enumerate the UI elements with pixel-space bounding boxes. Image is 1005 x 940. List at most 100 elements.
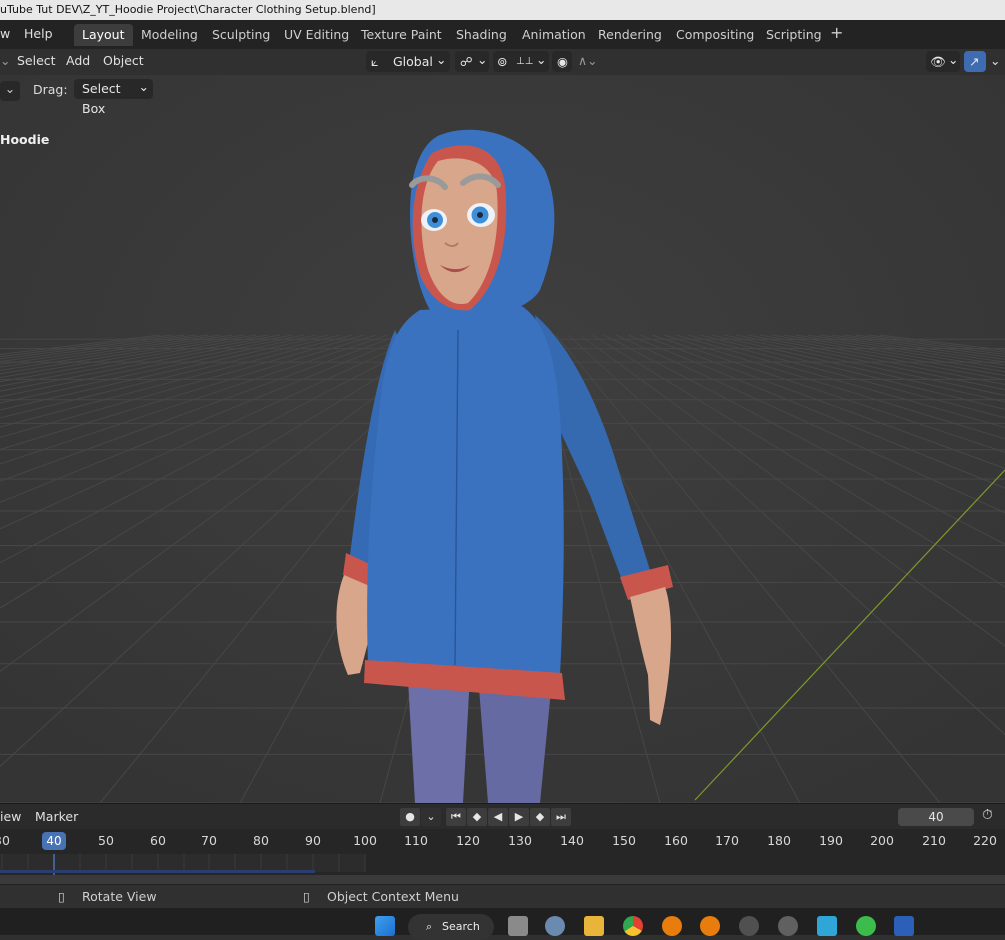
current-frame-marker[interactable]: 40 — [42, 832, 66, 850]
frame-tick: 180 — [767, 833, 791, 848]
record-button[interactable]: ● — [400, 808, 420, 826]
status-hint-rotate: Rotate View — [82, 889, 157, 904]
next-keyframe-button[interactable]: ◆ — [530, 808, 550, 826]
viewport-header: ⌄ Select Add Object ⟀ Global ⌄ ☍ ⌄ ⊚ ⊥⊥ … — [0, 49, 1005, 74]
frame-tick: 90 — [305, 833, 321, 848]
mouse-icon: ▯ — [58, 889, 65, 904]
tab-uv-editing[interactable]: UV Editing — [276, 24, 357, 46]
menu-marker[interactable]: Marker — [35, 809, 78, 824]
tool-settings-bar: ⌄ Drag: Select Box ⌄ — [0, 75, 1005, 116]
tab-modeling[interactable]: Modeling — [133, 24, 206, 46]
blender-icon-2[interactable] — [700, 916, 720, 936]
prev-keyframe-button[interactable]: ◆ — [467, 808, 487, 826]
pivot-point-dropdown[interactable]: ☍ ⌄ — [455, 51, 489, 72]
play-button[interactable]: ▶ — [509, 808, 529, 826]
status-bar: ▯ Rotate View ▯ Object Context Menu — [0, 884, 1005, 909]
frame-tick: 30 — [0, 833, 10, 848]
jump-start-icon: ⏮ — [451, 810, 461, 823]
os-taskbar: ⌕ Search — [0, 908, 1005, 940]
tab-layout[interactable]: Layout — [74, 24, 133, 46]
taskbar-search[interactable]: ⌕ Search — [408, 914, 494, 940]
play-icon: ▶ — [514, 810, 524, 823]
timeline-scrollbar[interactable] — [0, 875, 1005, 884]
visibility-dropdown[interactable]: 👁 ⌄ — [926, 51, 960, 72]
calculator-icon[interactable] — [817, 916, 837, 936]
add-workspace-button[interactable]: + — [830, 23, 843, 42]
menu-view[interactable]: iew — [0, 809, 21, 824]
webcam-icon[interactable] — [778, 916, 798, 936]
timeline-header: iew Marker ● ⌄ ⏮ ◆ ◀ ▶ ◆ ⏭ 40 ⏱ — [0, 803, 1005, 830]
frame-tick: 120 — [456, 833, 480, 848]
window-title-bar: uTube Tut DEV\Z_YT_Hoodie Project\Charac… — [0, 0, 1005, 20]
menu-select[interactable]: Select — [17, 53, 56, 68]
tab-shading[interactable]: Shading — [448, 24, 515, 46]
gizmo-toggle[interactable]: ↗ — [964, 51, 986, 72]
viewport-scene — [0, 75, 1005, 803]
tab-scripting[interactable]: Scripting — [758, 24, 830, 46]
menu-add[interactable]: Add — [66, 53, 90, 68]
cache-bar — [0, 870, 315, 873]
timeline-ruler[interactable]: 30 40 50 60 70 80 90 100 110 120 130 140… — [0, 829, 1005, 854]
snap-increment-icon: ⊥⊥ — [516, 56, 534, 67]
drag-select-dropdown[interactable]: Select Box ⌄ — [74, 79, 153, 116]
top-menu-bar: w Help Layout Modeling Sculpting UV Edit… — [0, 20, 1005, 49]
frame-tick: 80 — [253, 833, 269, 848]
chevron-down-icon: ⌄ — [536, 52, 547, 67]
stopwatch-icon[interactable]: ⏱ — [982, 807, 993, 823]
tab-texture-paint[interactable]: Texture Paint — [353, 24, 450, 46]
frame-tick: 210 — [922, 833, 946, 848]
jump-end-icon: ⏭ — [556, 810, 566, 823]
chevron-down-icon[interactable]: ⌄ — [421, 808, 441, 826]
current-frame-field[interactable]: 40 — [898, 808, 974, 826]
frame-tick: 70 — [201, 833, 217, 848]
chevron-down-icon[interactable]: ⌄ — [990, 53, 1000, 68]
tab-rendering[interactable]: Rendering — [590, 24, 670, 46]
frame-tick: 130 — [508, 833, 532, 848]
snap-icon: ⊚ — [497, 54, 508, 69]
menu-window[interactable]: w — [0, 26, 10, 41]
jump-end-button[interactable]: ⏭ — [551, 808, 571, 826]
tab-sculpting[interactable]: Sculpting — [204, 24, 278, 46]
pivot-icon: ☍ — [460, 54, 473, 69]
timeline-tracks — [0, 854, 1005, 884]
gizmo-icon: ↗ — [969, 54, 980, 69]
status-hint-context: Object Context Menu — [327, 889, 459, 904]
word-icon[interactable] — [894, 916, 914, 936]
menu-object[interactable]: Object — [103, 53, 144, 68]
frame-tick: 150 — [612, 833, 636, 848]
play-reverse-icon: ◀ — [493, 810, 503, 823]
tab-animation[interactable]: Animation — [514, 24, 594, 46]
search-icon: ⌕ — [426, 920, 433, 933]
chevron-down-icon[interactable]: ⌄ — [0, 81, 20, 101]
windows-start-icon[interactable] — [375, 916, 395, 936]
sync-icon[interactable] — [856, 916, 876, 936]
frame-tick: 60 — [150, 833, 166, 848]
chrome-icon[interactable] — [623, 916, 643, 936]
hoodie-body — [367, 305, 564, 675]
3d-viewport[interactable]: Hoodie — [0, 75, 1005, 803]
blender-icon[interactable] — [662, 916, 682, 936]
play-reverse-button[interactable]: ◀ — [488, 808, 508, 826]
orientation-icon: ⟀ — [371, 54, 379, 69]
transform-orientation-dropdown[interactable]: ⟀ Global ⌄ — [366, 51, 450, 72]
falloff-icon[interactable]: ∧⌄ — [578, 53, 598, 68]
chevron-down-icon: ⌄ — [948, 52, 959, 67]
frame-tick: 160 — [664, 833, 688, 848]
file-explorer-icon[interactable] — [584, 916, 604, 936]
tab-compositing[interactable]: Compositing — [668, 24, 762, 46]
drag-label: Drag: — [33, 82, 68, 97]
jump-start-button[interactable]: ⏮ — [446, 808, 466, 826]
snap-toggle[interactable]: ⊚ ⊥⊥ ⌄ — [493, 51, 549, 72]
task-view-icon[interactable] — [508, 916, 528, 936]
obs-icon[interactable] — [739, 916, 759, 936]
menu-help[interactable]: Help — [24, 26, 53, 41]
chevron-down-icon[interactable]: ⌄ — [0, 53, 10, 68]
timeline-track-area[interactable] — [0, 854, 1005, 884]
eye-icon: 👁 — [930, 54, 946, 69]
chevron-down-icon: ⌄ — [436, 52, 447, 67]
settings-gear-icon[interactable] — [545, 916, 565, 936]
proportional-editing-toggle[interactable]: ◉ — [552, 51, 572, 72]
window-title: uTube Tut DEV\Z_YT_Hoodie Project\Charac… — [0, 3, 376, 16]
frame-tick: 140 — [560, 833, 584, 848]
active-object-label: Hoodie — [0, 132, 50, 147]
